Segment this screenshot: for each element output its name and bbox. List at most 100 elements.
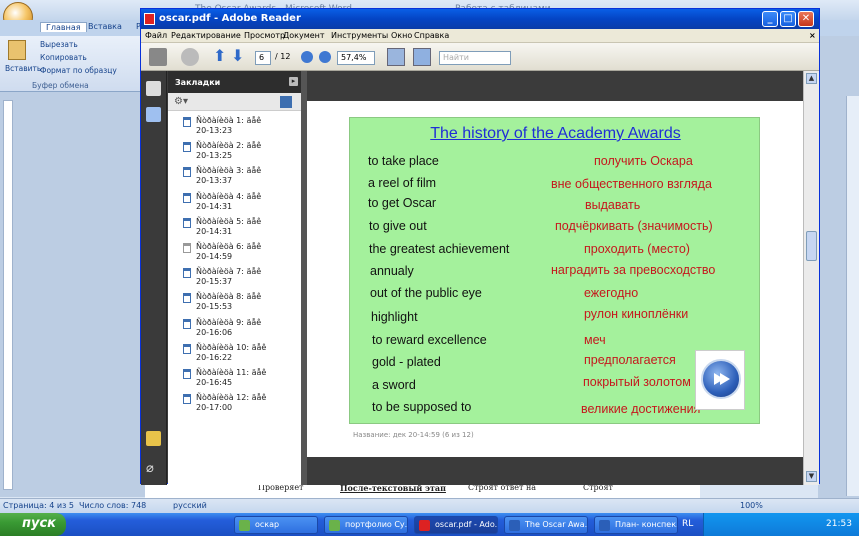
scroll-thumb[interactable] xyxy=(806,231,817,261)
cloud-icon[interactable] xyxy=(181,48,199,66)
close-icon[interactable]: ▸ xyxy=(289,77,298,86)
bookmark-time: 20-15:53 xyxy=(196,302,233,312)
word-vertical-scrollbar[interactable] xyxy=(846,96,859,496)
word-ribbon: Вставить Вырезать Копировать Формат по о… xyxy=(0,36,145,92)
toolbar: ⬆ ⬇ 6 / 12 57,4% Найти xyxy=(141,43,819,71)
pages-icon[interactable] xyxy=(146,81,161,96)
bookmark-label: Ñòðàíèöà 10: äåê xyxy=(196,342,267,352)
menu-help[interactable]: Справка xyxy=(414,31,449,40)
bookmark-time: 20-16:22 xyxy=(196,352,233,362)
bookmark-item[interactable]: Ñòðàíèöà 5: äåê 20-14:31 xyxy=(183,217,298,241)
attachments-icon[interactable]: ⌀ xyxy=(146,461,161,476)
fit-page-icon[interactable] xyxy=(387,48,405,66)
bookmark-label: Ñòðàíèöà 12: äåê xyxy=(196,393,267,403)
status-language[interactable]: русский xyxy=(173,501,207,510)
close-button[interactable]: ✕ xyxy=(798,11,814,27)
taskbar-item-active[interactable]: oscar.pdf - Ado... xyxy=(414,516,498,534)
slide: The history of the Academy Awards to tak… xyxy=(349,117,760,424)
page-icon xyxy=(183,167,191,178)
system-tray: RL 21:53 xyxy=(682,513,859,536)
next-slide-button[interactable] xyxy=(695,350,745,410)
tab-insert[interactable]: Вставка xyxy=(88,22,122,31)
slide-title: The history of the Academy Awards xyxy=(430,125,681,142)
english-term: to give out xyxy=(369,219,427,233)
reader-title: oscar.pdf - Adobe Reader xyxy=(159,13,301,24)
page-icon xyxy=(183,394,191,405)
bookmarks-title: Закладки xyxy=(175,78,221,87)
tab-home[interactable]: Главная xyxy=(40,22,87,32)
menu-tools[interactable]: Инструменты xyxy=(331,31,388,40)
status-page[interactable]: Страница: 4 из 5 xyxy=(3,501,74,510)
page-icon xyxy=(183,142,191,153)
bookmark-item[interactable]: Ñòðàíèöà 2: äåê 20-13:25 xyxy=(183,141,298,165)
options-icon[interactable]: ⚙▾ xyxy=(174,96,188,107)
page-icon xyxy=(183,268,191,279)
language-indicator[interactable]: RL xyxy=(682,519,693,529)
fit-width-icon[interactable] xyxy=(413,48,431,66)
pdf-page: The history of the Academy Awards to tak… xyxy=(307,101,803,457)
menu-window[interactable]: Окно xyxy=(391,31,412,40)
start-button[interactable]: пуск xyxy=(0,513,66,536)
comments-icon[interactable] xyxy=(146,431,161,446)
bookmark-label: Ñòðàíèöà 7: äåê xyxy=(196,267,262,277)
print-icon[interactable] xyxy=(149,48,167,66)
maximize-button[interactable]: □ xyxy=(780,11,796,27)
new-bookmark-icon[interactable] xyxy=(280,96,292,108)
find-input[interactable]: Найти xyxy=(439,51,511,65)
menu-edit[interactable]: Редактирование xyxy=(171,31,241,40)
menu-bar: Файл Редактирование Просмотр Документ Ин… xyxy=(141,29,819,43)
bookmark-item[interactable]: Ñòðàíèöà 3: äåê 20-13:37 xyxy=(183,166,298,190)
zoom-select[interactable]: 57,4% xyxy=(337,51,375,65)
russian-term: рулон киноплёнки xyxy=(584,307,689,321)
menu-close-icon[interactable]: × xyxy=(809,31,816,40)
zoom-out-icon[interactable] xyxy=(301,51,313,63)
status-words[interactable]: Число слов: 748 xyxy=(79,501,146,510)
document-area: The history of the Academy Awards to tak… xyxy=(307,71,803,485)
russian-term: покрытый золотом xyxy=(583,375,691,389)
page-icon xyxy=(183,343,191,354)
next-page-icon[interactable]: ⬇ xyxy=(231,48,249,66)
taskbar-item[interactable]: оскар xyxy=(234,516,318,534)
menu-document[interactable]: Документ xyxy=(283,31,325,40)
bookmark-item[interactable]: Ñòðàíèöà 8: äåê 20-15:53 xyxy=(183,292,298,316)
bookmark-item[interactable]: Ñòðàíèöà 12: äåê 20-17:00 xyxy=(183,393,298,417)
bookmark-label: Ñòðàíèöà 2: äåê xyxy=(196,141,262,151)
taskbar-item[interactable]: портфолио Су... xyxy=(324,516,408,534)
taskbar-item-label: портфолио Су... xyxy=(345,520,408,529)
menu-file[interactable]: Файл xyxy=(145,31,167,40)
zoom-in-icon[interactable] xyxy=(319,51,331,63)
bookmark-item[interactable]: Ñòðàíèöà 10: äåê 20-16:22 xyxy=(183,343,298,367)
scroll-up-icon[interactable]: ▲ xyxy=(806,73,817,84)
page-number-input[interactable]: 6 xyxy=(255,51,271,65)
taskbar-item[interactable]: План- конспек... xyxy=(594,516,678,534)
english-term: highlight xyxy=(371,310,418,324)
start-label: пуск xyxy=(22,516,56,531)
bookmark-item[interactable]: Ñòðàíèöà 4: äåê 20-14:31 xyxy=(183,192,298,216)
english-term: to get Oscar xyxy=(368,196,437,210)
cut-button[interactable]: Вырезать xyxy=(40,40,78,49)
taskbar-item-label: План- конспек... xyxy=(615,520,678,529)
paste-label[interactable]: Вставить xyxy=(5,64,41,73)
bookmark-time: 20-13:37 xyxy=(196,176,233,186)
russian-term: великие достижения xyxy=(581,402,701,416)
bookmark-time: 20-14:31 xyxy=(196,201,233,211)
bookmark-label: Ñòðàíèöà 6: äåê xyxy=(196,242,262,251)
format-painter-button[interactable]: Формат по образцу xyxy=(40,66,117,75)
scroll-down-icon[interactable]: ▼ xyxy=(806,471,817,482)
copy-button[interactable]: Копировать xyxy=(40,53,87,62)
bookmark-item[interactable]: Ñòðàíèöà 6: äåê 20-14:59 xyxy=(183,242,298,266)
bookmark-item[interactable]: Ñòðàíèöà 7: äåê 20-15:37 xyxy=(183,267,298,291)
paste-icon[interactable] xyxy=(8,40,26,60)
zoom-level[interactable]: 100% xyxy=(740,501,763,510)
clock[interactable]: 21:53 xyxy=(826,519,852,529)
taskbar-item[interactable]: The Oscar Awa... xyxy=(504,516,588,534)
reader-vertical-scrollbar[interactable]: ▲ ▼ xyxy=(803,71,819,485)
minimize-button[interactable]: _ xyxy=(762,11,778,27)
bookmarks-icon[interactable] xyxy=(146,107,161,122)
english-term: gold - plated xyxy=(372,355,441,369)
bookmark-item[interactable]: Ñòðàíèöà 9: äåê 20-16:06 xyxy=(183,318,298,342)
bookmark-item[interactable]: Ñòðàíèöà 1: äåê 20-13:23 xyxy=(183,116,298,140)
prev-page-icon[interactable]: ⬆ xyxy=(213,48,231,66)
bookmark-item[interactable]: Ñòðàíèöà 11: äåê 20-16:45 xyxy=(183,368,298,392)
menu-view[interactable]: Просмотр xyxy=(244,31,285,40)
